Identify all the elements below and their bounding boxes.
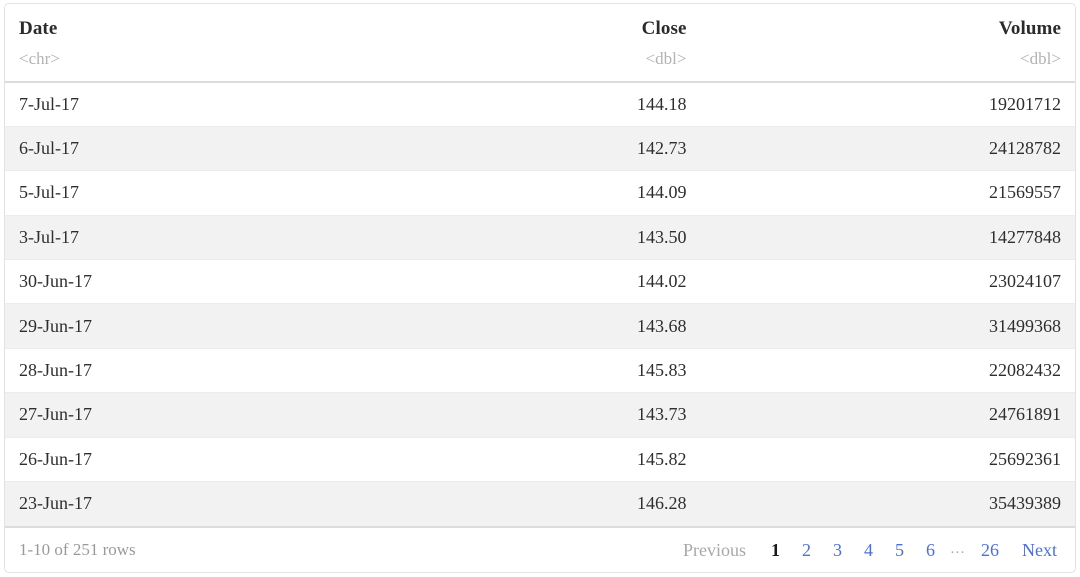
cell-date: 5-Jul-17 — [5, 170, 337, 216]
cell-volume: 35439389 — [700, 481, 1075, 526]
cell-date: 30-Jun-17 — [5, 259, 337, 304]
table-row: 5-Jul-17 144.09 21569557 — [5, 170, 1075, 216]
pagination-next-button[interactable]: Next — [1010, 541, 1061, 559]
cell-volume: 22082432 — [700, 347, 1075, 393]
table-header-row: Date <chr> Close <dbl> Volume <dbl> — [5, 4, 1075, 83]
pagination-page-5[interactable]: 5 — [884, 541, 915, 559]
cell-date: 29-Jun-17 — [5, 303, 337, 349]
pagination-page-1: 1 — [771, 539, 780, 560]
column-header-close[interactable]: Close <dbl> — [336, 4, 701, 83]
pagination-page-4[interactable]: 4 — [853, 541, 884, 559]
table-row: 29-Jun-17 143.68 31499368 — [5, 303, 1075, 349]
pagination-page-3[interactable]: 3 — [822, 541, 853, 559]
cell-volume: 23024107 — [700, 259, 1075, 304]
column-header-volume-type: <dbl> — [1020, 49, 1061, 68]
column-header-close-label: Close — [641, 18, 687, 39]
cell-date: 3-Jul-17 — [5, 214, 337, 260]
pagination: Previous 1 2 3 4 5 6… 26 Next — [672, 541, 1061, 559]
cell-date: 27-Jun-17 — [5, 392, 337, 438]
cell-date: 28-Jun-17 — [5, 347, 337, 393]
cell-volume: 14277848 — [700, 214, 1075, 260]
pagination-previous-button: Previous — [683, 539, 746, 560]
column-header-date-label: Date — [19, 18, 58, 39]
table-row: 28-Jun-17 145.83 22082432 — [5, 347, 1075, 393]
row-count-info: 1-10 of 251 rows — [19, 539, 136, 559]
cell-date: 26-Jun-17 — [5, 436, 337, 482]
pagination-page-2[interactable]: 2 — [791, 541, 822, 559]
table-header: Date <chr> Close <dbl> Volume <dbl> — [5, 4, 1075, 83]
cell-date: 7-Jul-17 — [19, 93, 79, 114]
cell-volume: 24761891 — [700, 392, 1075, 438]
cell-volume: 19201712 — [989, 93, 1061, 114]
table-row: 7-Jul-17 144.18 19201712 — [5, 82, 1075, 126]
column-header-close-type: <dbl> — [645, 49, 687, 68]
table-row: 27-Jun-17 143.73 24761891 — [5, 392, 1075, 438]
pagination-page-6[interactable]: 6 — [915, 541, 946, 559]
data-table: Date <chr> Close <dbl> Volume <dbl> 7-Ju… — [5, 4, 1075, 526]
cell-date: 23-Jun-17 — [5, 481, 337, 526]
cell-close: 145.82 — [336, 436, 701, 482]
table-footer: 1-10 of 251 rows Previous 1 2 3 4 5 6… 26 Next — [5, 525, 1075, 572]
cell-close: 144.18 — [636, 93, 687, 114]
table-row: 30-Jun-17 144.02 23024107 — [5, 259, 1075, 304]
cell-volume: 25692361 — [700, 436, 1075, 482]
cell-close: 144.09 — [336, 170, 701, 216]
cell-volume: 24128782 — [700, 125, 1075, 171]
cell-date: 6-Jul-17 — [5, 125, 337, 171]
table-body: 7-Jul-17 144.18 19201712 6-Jul-17 142.73 2412… — [5, 82, 1075, 526]
pagination-ellipsis: … — [950, 541, 966, 558]
table-row: 6-Jul-17 142.73 24128782 — [5, 125, 1075, 171]
cell-close: 145.83 — [336, 347, 701, 393]
cell-volume: 31499368 — [700, 303, 1075, 349]
data-table-card: Date <chr> Close <dbl> Volume <dbl> 7-Ju… — [4, 3, 1076, 573]
cell-close: 144.02 — [336, 259, 701, 304]
column-header-volume[interactable]: Volume <dbl> — [700, 4, 1075, 83]
pagination-page-last[interactable]: 26 — [970, 541, 1010, 559]
table-row: 26-Jun-17 145.82 25692361 — [5, 436, 1075, 482]
table-row: 23-Jun-17 146.28 35439389 — [5, 481, 1075, 526]
column-header-date[interactable]: Date <chr> — [5, 4, 337, 83]
column-header-volume-label: Volume — [998, 18, 1061, 39]
table-row: 3-Jul-17 143.50 14277848 — [5, 214, 1075, 260]
cell-close: 142.73 — [336, 125, 701, 171]
cell-close: 143.73 — [336, 392, 701, 438]
cell-close: 143.68 — [336, 303, 701, 349]
cell-close: 143.50 — [336, 214, 701, 260]
cell-close: 146.28 — [336, 481, 701, 526]
column-header-date-type: <chr> — [19, 49, 60, 68]
cell-volume: 21569557 — [700, 170, 1075, 216]
